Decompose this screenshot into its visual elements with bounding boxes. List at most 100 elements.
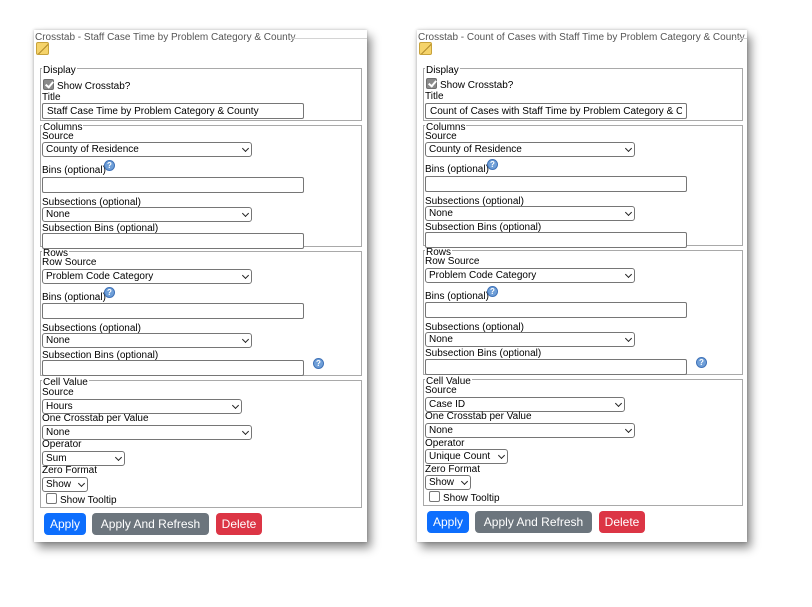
apply-button[interactable]: Apply	[44, 513, 86, 535]
apply-and-refresh-button[interactable]: Apply And Refresh	[475, 511, 592, 533]
columns-subsection-bins-input[interactable]	[425, 232, 687, 248]
panel-title: Crosstab - Count of Cases with Staff Tim…	[418, 32, 745, 43]
columns-fieldset: Columns Source County of Residence Bins …	[423, 123, 743, 248]
rows-subsections-select[interactable]: None	[42, 333, 252, 348]
note-icon[interactable]	[419, 42, 432, 55]
rows-subsections-value: None	[46, 335, 70, 346]
chevron-down-icon	[614, 399, 623, 408]
per-value-select[interactable]: None	[42, 425, 252, 440]
per-value-value: None	[429, 425, 453, 436]
header-divider	[291, 38, 367, 39]
cell-value-fieldset: Cell Value Source Case ID One Crosstab p…	[423, 377, 743, 506]
title-input[interactable]	[42, 103, 304, 119]
per-value-label: One Crosstab per Value	[425, 411, 532, 422]
cell-source-value: Hours	[46, 401, 73, 412]
per-value-select[interactable]: None	[425, 423, 635, 438]
rows-subsections-value: None	[429, 334, 453, 345]
zero-format-select[interactable]: Show	[425, 475, 471, 490]
rows-subsections-select[interactable]: None	[425, 332, 635, 347]
chevron-down-icon	[241, 335, 250, 344]
help-icon[interactable]: ?	[696, 357, 707, 368]
chevron-down-icon	[77, 479, 86, 488]
rows-subsection-bins-input[interactable]	[425, 359, 687, 375]
help-icon[interactable]: ?	[104, 287, 115, 298]
title-label: Title	[425, 91, 444, 102]
chevron-down-icon	[624, 270, 633, 279]
rows-bins-label: Bins (optional)	[42, 292, 106, 303]
columns-bins-label: Bins (optional)	[425, 164, 489, 175]
display-fieldset: Display Show Crosstab? Title	[40, 66, 362, 121]
columns-source-select[interactable]: County of Residence	[425, 142, 635, 157]
chevron-down-icon	[114, 453, 123, 462]
columns-source-value: County of Residence	[46, 144, 139, 155]
columns-subsections-select[interactable]: None	[425, 206, 635, 221]
cell-source-label: Source	[42, 387, 74, 398]
rows-source-select[interactable]: Problem Code Category	[42, 269, 252, 284]
operator-select[interactable]: Unique Count	[425, 449, 508, 464]
show-tooltip-label: Show Tooltip	[60, 495, 117, 506]
apply-and-refresh-button[interactable]: Apply And Refresh	[92, 513, 209, 535]
apply-button[interactable]: Apply	[427, 511, 469, 533]
crosstab-panel-right: Crosstab - Count of Cases with Staff Tim…	[417, 30, 747, 542]
chevron-down-icon	[624, 425, 633, 434]
columns-bins-label: Bins (optional)	[42, 165, 106, 176]
rows-bins-label: Bins (optional)	[425, 291, 489, 302]
delete-button[interactable]: Delete	[599, 511, 645, 533]
delete-button[interactable]: Delete	[216, 513, 262, 535]
columns-bins-input[interactable]	[42, 177, 304, 193]
chevron-down-icon	[497, 451, 506, 460]
columns-source-label: Source	[42, 131, 74, 142]
rows-source-value: Problem Code Category	[46, 271, 154, 282]
zero-format-select[interactable]: Show	[42, 477, 88, 492]
help-icon[interactable]: ?	[313, 358, 324, 369]
cell-source-label: Source	[425, 385, 457, 396]
columns-subsections-select[interactable]: None	[42, 207, 252, 222]
cell-source-select[interactable]: Case ID	[425, 397, 625, 412]
display-fieldset: Display Show Crosstab? Title	[423, 65, 743, 121]
show-crosstab-label: Show Crosstab?	[440, 80, 514, 91]
columns-source-label: Source	[425, 131, 457, 142]
panel-header: Crosstab - Count of Cases with Staff Tim…	[417, 30, 747, 56]
cell-source-value: Case ID	[429, 399, 466, 410]
columns-source-select[interactable]: County of Residence	[42, 142, 252, 157]
help-icon[interactable]: ?	[487, 286, 498, 297]
zero-format-value: Show	[429, 477, 455, 488]
rows-source-value: Problem Code Category	[429, 270, 537, 281]
rows-subsection-bins-label: Subsection Bins (optional)	[425, 348, 542, 359]
operator-label: Operator	[42, 439, 82, 450]
chevron-down-icon	[624, 144, 633, 153]
header-divider	[735, 38, 747, 39]
chevron-down-icon	[231, 401, 240, 410]
per-value-label: One Crosstab per Value	[42, 413, 149, 424]
show-tooltip-checkbox[interactable]	[46, 493, 57, 504]
per-value-value: None	[46, 427, 70, 438]
chevron-down-icon	[241, 144, 250, 153]
chevron-down-icon	[460, 477, 469, 486]
columns-source-value: County of Residence	[429, 144, 522, 155]
rows-bins-input[interactable]	[425, 302, 687, 318]
title-input[interactable]	[425, 103, 687, 119]
rows-subsection-bins-input[interactable]	[42, 360, 304, 376]
operator-value: Sum	[46, 453, 67, 464]
rows-source-label: Row Source	[425, 256, 480, 267]
operator-select[interactable]: Sum	[42, 451, 125, 466]
chevron-down-icon	[241, 209, 250, 218]
cell-source-select[interactable]: Hours	[42, 399, 242, 414]
note-icon[interactable]	[36, 42, 49, 55]
help-icon[interactable]: ?	[104, 160, 115, 171]
show-tooltip-checkbox[interactable]	[429, 491, 440, 502]
rows-fieldset: Rows Row Source Problem Code Category Bi…	[423, 248, 743, 375]
columns-bins-input[interactable]	[425, 176, 687, 192]
operator-value: Unique Count	[429, 451, 491, 462]
panel-header: Crosstab - Staff Case Time by Problem Ca…	[34, 30, 367, 56]
show-crosstab-checkbox[interactable]	[426, 78, 437, 89]
columns-subsection-bins-input[interactable]	[42, 233, 304, 249]
panel-title: Crosstab - Staff Case Time by Problem Ca…	[35, 32, 296, 43]
rows-source-select[interactable]: Problem Code Category	[425, 268, 635, 283]
columns-subsections-value: None	[429, 208, 453, 219]
crosstab-panel-left: Crosstab - Staff Case Time by Problem Ca…	[34, 30, 367, 542]
rows-bins-input[interactable]	[42, 303, 304, 319]
show-crosstab-checkbox[interactable]	[43, 79, 54, 90]
display-legend: Display	[425, 65, 460, 76]
help-icon[interactable]: ?	[487, 159, 498, 170]
